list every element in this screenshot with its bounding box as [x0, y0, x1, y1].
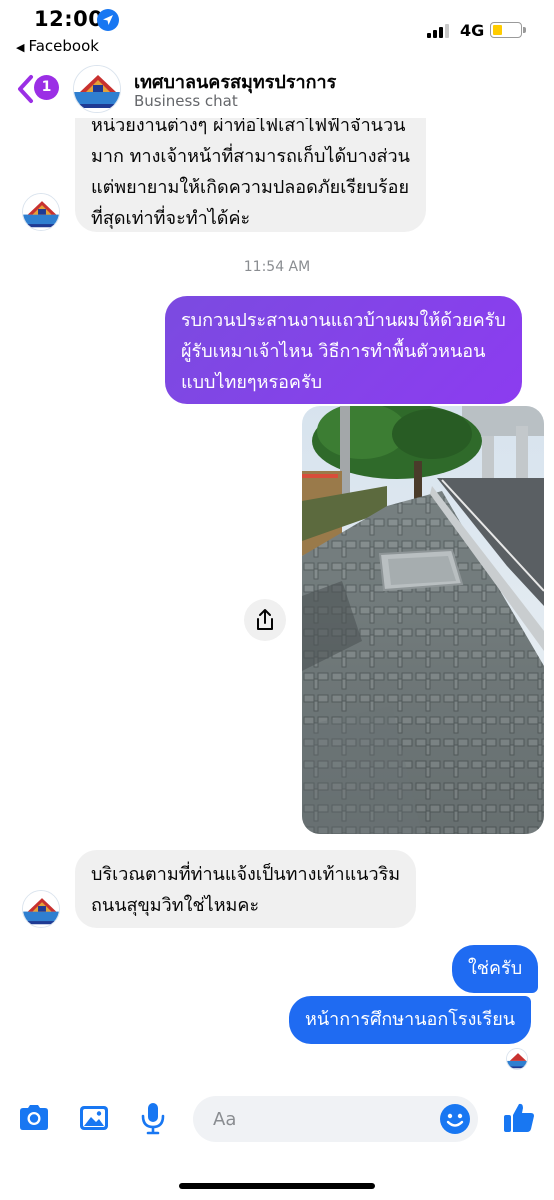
network-type: 4G [460, 21, 485, 40]
chat-subtitle: Business chat [134, 92, 238, 110]
message-line: แต่พยายามให้เกิดความปลอดภัยเรียบร้อย [91, 177, 410, 198]
gallery-icon[interactable] [76, 1100, 112, 1136]
location-arrow-icon [97, 9, 119, 31]
message-line: แบบไทยๆหรอครับ [181, 372, 323, 393]
battery-icon [490, 22, 526, 38]
chat-header: 1 เทศบาลนครสมุทรปราการ Business chat [0, 60, 554, 118]
outgoing-message-bubble[interactable]: ใช่ครับ [452, 945, 539, 993]
battery-level [493, 25, 502, 35]
message-line: ที่สุดเท่าที่จะทำได้ค่ะ [91, 208, 251, 229]
camera-icon[interactable] [16, 1100, 52, 1136]
unread-count-badge: 1 [34, 75, 59, 100]
sender-avatar[interactable] [22, 890, 60, 928]
message-input[interactable] [213, 1096, 433, 1142]
chevron-left-icon [18, 75, 33, 103]
back-triangle-icon: ◀ [16, 41, 25, 54]
share-icon [257, 609, 273, 630]
cellular-signal-icon [427, 24, 453, 38]
seen-avatar [506, 1048, 528, 1070]
status-time: 12:00 [34, 7, 104, 31]
thumbs-up-icon[interactable] [501, 1100, 537, 1136]
message-line: รบกวนประสานงานแถวบ้านผมให้ด้วยครับ [181, 310, 506, 331]
share-button[interactable] [244, 599, 286, 641]
sender-avatar[interactable] [22, 193, 60, 231]
page-avatar[interactable] [73, 65, 121, 113]
message-line: ถนนสุขุมวิทใช่ไหมคะ [91, 895, 260, 916]
incoming-message-bubble[interactable]: หน่วยงานต่างๆ ผ่าท่อไฟเสาไฟฟ้าจำนวน มาก … [75, 104, 426, 232]
message-line: บริเวณตามที่ท่านแจ้งเป็นทางเท้าแนวริม [91, 864, 401, 885]
incoming-message-bubble[interactable]: บริเวณตามที่ท่านแจ้งเป็นทางเท้าแนวริม ถน… [75, 850, 417, 928]
home-indicator [179, 1183, 375, 1189]
outgoing-message-bubble[interactable]: หน้าการศึกษานอกโรงเรียน [289, 996, 532, 1044]
outgoing-message-bubble[interactable]: รบกวนประสานงานแถวบ้านผมให้ด้วยครับ ผู้รั… [165, 296, 522, 404]
back-to-app-link[interactable]: ◀ Facebook [16, 37, 99, 55]
message-timestamp: 11:54 AM [243, 259, 311, 275]
message-input-container[interactable] [193, 1096, 478, 1142]
message-line: มาก ทางเจ้าหน้าที่สามารถเก็บได้บางส่วน [91, 146, 410, 167]
back-app-label: Facebook [28, 37, 99, 55]
message-line: ผู้รับเหมาเจ้าไหน วิธีการทำพื้นตัวหนอน [181, 341, 486, 362]
microphone-icon[interactable] [135, 1100, 171, 1136]
emoji-icon[interactable] [439, 1103, 471, 1135]
sidewalk-photo[interactable] [302, 406, 544, 834]
